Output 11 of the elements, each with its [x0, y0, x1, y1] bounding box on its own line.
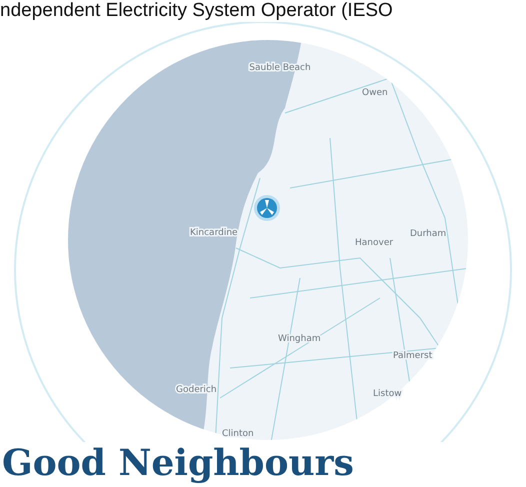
map-place-label: Clinton [222, 429, 254, 439]
map-place-label: Hanover [355, 238, 394, 248]
map-place-label: Durham [410, 229, 446, 239]
map-place-label: Goderich [176, 385, 217, 395]
intro-text: ndependent Electricity System Operator (IESO [0, 0, 393, 22]
page-heading: Good Neighbours [1, 442, 354, 484]
map-place-label: Sauble Beach [249, 63, 311, 73]
map-place-label: Owen [362, 88, 388, 98]
map-place-label: Kincardine [190, 228, 238, 238]
map-place-label: Listow [373, 389, 402, 399]
wind-turbine-marker-icon [254, 195, 280, 221]
